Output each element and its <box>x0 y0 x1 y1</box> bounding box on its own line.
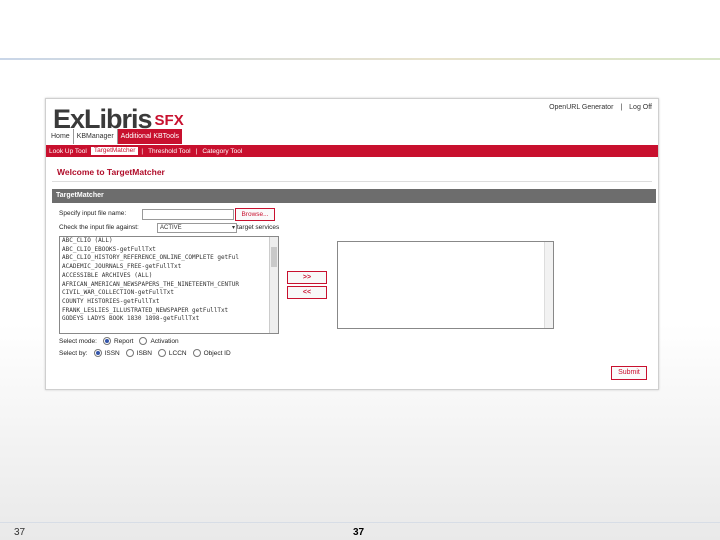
list-item[interactable]: FRANK_LESLIES_ILLUSTRATED_NEWSPAPER getF… <box>60 307 278 316</box>
main-tabs: Home KBManager Additional KBTools <box>48 129 183 144</box>
submit-button[interactable]: Submit <box>611 366 647 380</box>
subnav-lookup-tool[interactable]: Look Up Tool <box>46 148 90 155</box>
page-title: Welcome to TargetMatcher <box>57 167 165 177</box>
selected-targets-list[interactable] <box>337 241 554 329</box>
slide-number-left: 37 <box>14 527 26 538</box>
list-item[interactable]: ACCESSIBLE ARCHIVES (ALL) <box>60 272 278 281</box>
tab-additional-kbtools[interactable]: Additional KBTools <box>117 129 183 144</box>
list-item[interactable]: AFRICAN_AMERICAN_NEWSPAPERS_THE_NINETEEN… <box>60 281 278 290</box>
list-item[interactable]: ABC_CLIO_EBOOKS-getFullTxt <box>60 246 278 255</box>
top-links: OpenURL Generator | Log Off <box>549 104 652 111</box>
select-by-lccn[interactable]: LCCN <box>157 349 187 357</box>
list-item[interactable]: GODEYS LADYS BOOK 1830 1898-getFullTxt <box>60 315 278 324</box>
openurl-generator-link[interactable]: OpenURL Generator <box>549 104 613 111</box>
divider <box>52 181 652 182</box>
select-by-isbn[interactable]: ISBN <box>125 349 152 357</box>
browse-button[interactable]: Browse... <box>235 208 275 221</box>
move-left-button[interactable]: << <box>287 286 327 299</box>
selected-list-scrollbar[interactable] <box>544 242 553 328</box>
subnav-category-tool[interactable]: Category Tool <box>199 148 245 155</box>
specify-file-label: Specify input file name: <box>59 210 127 217</box>
mode-activation-option[interactable]: Activation <box>139 337 179 345</box>
list-item[interactable]: CIVIL_WAR_COLLECTION-getFullTxt <box>60 289 278 298</box>
list-item[interactable]: ABC_CLIO_HISTORY_REFERENCE_ONLINE_COMPLE… <box>60 254 278 263</box>
target-services-label: target services <box>237 224 280 231</box>
select-by-label: Select by: <box>59 349 88 357</box>
list-item[interactable]: COUNTY HISTORIES-getFullTxt <box>60 298 278 307</box>
list-scrollbar[interactable] <box>269 237 278 333</box>
mode-label: Select mode: <box>59 337 97 345</box>
tab-kbmanager[interactable]: KBManager <box>74 129 118 144</box>
slide-bottom-rule <box>0 522 720 523</box>
tab-home[interactable]: Home <box>48 129 74 144</box>
subnav-bar: Look Up Tool TargetMatcher | Threshold T… <box>46 145 658 157</box>
target-status-select[interactable]: ACTIVE ▾ <box>157 223 237 233</box>
select-by-object-id[interactable]: Object ID <box>192 349 231 357</box>
select-by-issn[interactable]: ISSN <box>93 349 120 357</box>
section-header: TargetMatcher <box>52 189 656 203</box>
slide-number-center: 37 <box>353 527 365 538</box>
subnav-threshold-tool[interactable]: Threshold Tool <box>145 148 194 155</box>
sfx-screenshot: ExLibris SFX OpenURL Generator | Log Off … <box>45 98 659 390</box>
dropdown-arrow-icon: ▾ <box>231 225 235 231</box>
select-by-radio-group: Select by: ISSN ISBN LCCN Object ID <box>59 349 231 357</box>
subnav-targetmatcher[interactable]: TargetMatcher <box>89 146 140 156</box>
move-right-button[interactable]: >> <box>287 271 327 284</box>
log-off-link[interactable]: Log Off <box>629 104 652 111</box>
check-against-label: Check the input file against: <box>59 224 139 231</box>
slide-top-rule <box>0 58 720 60</box>
mode-radio-group: Select mode: Report Activation <box>59 337 179 345</box>
list-item[interactable]: ABC_CLIO (ALL) <box>60 237 278 246</box>
file-path-input[interactable] <box>142 209 234 220</box>
list-item[interactable]: ACADEMIC_JOURNALS_FREE-getFullTxt <box>60 263 278 272</box>
target-services-list[interactable]: ABC_CLIO (ALL) ABC_CLIO_EBOOKS-getFullTxt… <box>59 236 279 334</box>
mode-report-option[interactable]: Report <box>102 337 133 345</box>
